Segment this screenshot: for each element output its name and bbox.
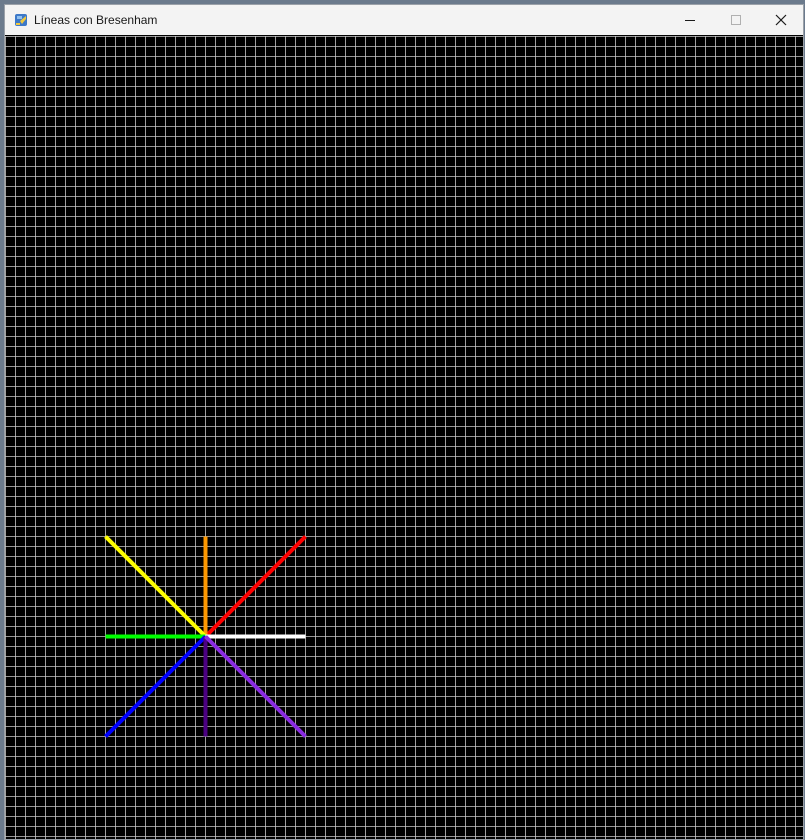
python-icon xyxy=(14,13,28,27)
maximize-icon xyxy=(730,14,742,26)
drawing-canvas[interactable] xyxy=(5,36,803,839)
close-button[interactable] xyxy=(758,5,804,35)
canvas-surface xyxy=(5,36,803,839)
title-bar[interactable]: Líneas con Bresenham xyxy=(5,5,803,35)
close-icon xyxy=(775,14,787,26)
minimize-button[interactable] xyxy=(667,5,713,35)
bresenham-lines xyxy=(104,535,307,738)
maximize-button[interactable] xyxy=(713,5,759,35)
minimize-icon xyxy=(684,14,696,26)
window-title: Líneas con Bresenham xyxy=(34,13,158,27)
app-window: Líneas con Bresenham xyxy=(4,4,804,840)
